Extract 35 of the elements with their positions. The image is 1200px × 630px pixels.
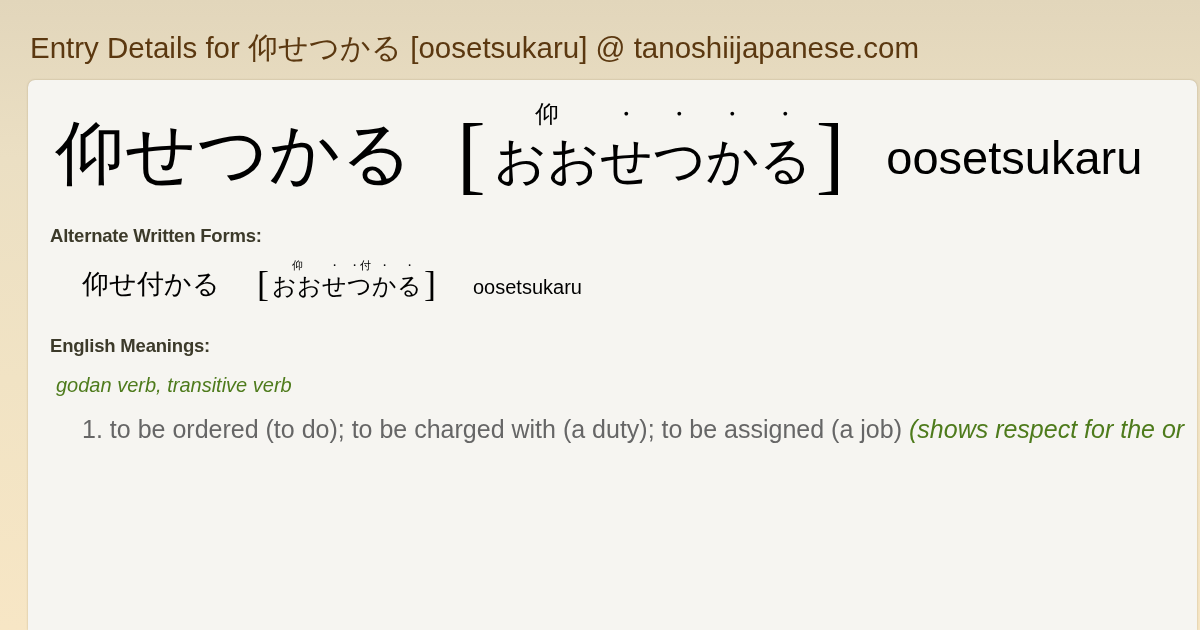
kana-reading: せ (599, 135, 653, 187)
furigana: 仰 (534, 102, 559, 126)
usage-note: (shows respect for the or (909, 414, 1185, 444)
romaji: oosetsukaru (886, 134, 1143, 181)
bracket: ] (424, 266, 436, 302)
bracket: ] (815, 111, 845, 197)
sense-number: 1. (82, 414, 103, 444)
furigana: ・ (379, 260, 390, 271)
bracket: [ (457, 111, 486, 197)
kana-reading: る (397, 274, 422, 298)
meaning-text: to be ordered (to do); to be charged with (a duty); to be assigned (a job) (109, 414, 902, 444)
furigana: 仰 (291, 260, 303, 271)
kana-reading: か (705, 135, 759, 187)
bracket: [ (257, 266, 269, 302)
furigana: ・ (614, 102, 639, 126)
furigana: ・付 (348, 260, 371, 271)
furigana: ・ (667, 102, 692, 126)
romaji: oosetsukaru (473, 277, 582, 297)
kana-reading: つ (347, 274, 372, 298)
page-title: Entry Details for 仰せつかる [oosetsukaru] @ tanoshiijapanese.com (30, 31, 920, 65)
section-heading: Alternate Written Forms: (50, 225, 262, 247)
kana-reading: せ (322, 274, 347, 298)
furigana: ・ (773, 102, 798, 126)
furigana: ・ (720, 102, 745, 126)
kana-reading: おお (493, 135, 600, 187)
section-heading: English Meanings: (50, 335, 211, 357)
headword: 仰せつかる (55, 119, 413, 189)
furigana: ・ (329, 260, 340, 271)
furigana: ・ (404, 260, 415, 271)
kana-reading: る (758, 135, 812, 187)
kana-reading: つ (652, 135, 706, 187)
part-of-speech: godan verb, transitive verb (56, 373, 292, 397)
kana-reading: か (372, 274, 397, 298)
headword: 仰せ付かる (82, 271, 220, 298)
kana-reading: おお (272, 274, 322, 298)
